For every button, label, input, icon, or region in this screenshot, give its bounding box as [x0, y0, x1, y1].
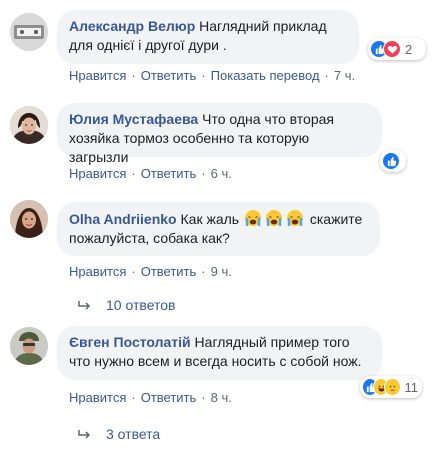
reply-link[interactable]: Ответить [141, 264, 197, 279]
comment-bubble: Євген Постолатій Наглядный пример того ч… [57, 326, 382, 380]
separator: · [201, 68, 206, 83]
crying-face-icon [244, 210, 261, 226]
like-link[interactable]: Нравится [69, 264, 126, 279]
reaction-count: 2 [405, 41, 413, 57]
comment-actions: Нравится · Ответить · 9 ч. [69, 264, 232, 279]
timestamp[interactable]: 8 ч. [211, 390, 232, 405]
separator: · [201, 166, 206, 181]
like-link[interactable]: Нравится [69, 166, 126, 181]
separator: · [131, 264, 136, 279]
reactions-badge[interactable]: 11 [360, 376, 422, 398]
avatar[interactable] [10, 13, 48, 51]
reply-arrow-icon [78, 430, 91, 439]
reaction-count: 11 [404, 379, 419, 395]
avatar-image [10, 106, 48, 144]
comment-text: Как жаль [176, 211, 243, 227]
crying-face-icon [265, 210, 282, 226]
comment-actions: Нравится · Ответить · 6 ч. [69, 166, 232, 181]
comment-author[interactable]: Olha Andriienko [69, 211, 177, 227]
comment-bubble: Юлия Мустафаева Что одна что вторая хозя… [57, 103, 382, 165]
avatar-image [10, 13, 48, 51]
replies-count: 10 ответов [106, 297, 176, 313]
comment-author[interactable]: Євген Постолатій [69, 334, 191, 350]
comment-author[interactable]: Юлия Мустафаева [69, 111, 198, 127]
timestamp[interactable]: 6 ч. [211, 166, 232, 181]
reply-arrow-icon [78, 301, 91, 310]
love-icon [383, 40, 401, 58]
comment-actions: Нравится · Ответить · Показать перевод · 7 ч. [69, 68, 355, 83]
separator: · [131, 390, 136, 405]
separator: · [324, 68, 329, 83]
reactions-badge[interactable] [380, 150, 406, 172]
separator: · [131, 68, 136, 83]
replies-count: 3 ответа [106, 426, 161, 442]
avatar[interactable] [10, 106, 48, 144]
avatar-image [10, 200, 48, 238]
translate-link[interactable]: Показать перевод [211, 68, 320, 83]
comment-actions: Нравится · Ответить · 8 ч. [69, 390, 232, 405]
sad-icon [384, 378, 401, 396]
comment-author[interactable]: Александр Велюр [69, 18, 195, 34]
timestamp[interactable]: 7 ч. [334, 68, 355, 83]
timestamp[interactable]: 9 ч. [211, 264, 232, 279]
comment-bubble: Александр Велюр Наглядний приклад для од… [57, 10, 359, 64]
avatar[interactable] [10, 200, 48, 238]
avatar-image [10, 327, 48, 365]
separator: · [131, 166, 136, 181]
separator: · [201, 264, 206, 279]
comment-bubble: Olha Andriienko Как жаль скажите пожалуй… [57, 202, 380, 256]
reply-link[interactable]: Ответить [141, 390, 197, 405]
like-icon [382, 152, 400, 170]
like-link[interactable]: Нравится [69, 68, 126, 83]
like-link[interactable]: Нравится [69, 390, 126, 405]
crying-face-icon [286, 210, 303, 226]
avatar[interactable] [10, 327, 48, 365]
separator: · [201, 390, 206, 405]
reactions-badge[interactable]: 2 [368, 38, 426, 60]
view-replies-link[interactable]: 3 ответа [78, 426, 160, 442]
view-replies-link[interactable]: 10 ответов [78, 297, 175, 313]
reply-link[interactable]: Ответить [141, 166, 197, 181]
reply-link[interactable]: Ответить [141, 68, 197, 83]
